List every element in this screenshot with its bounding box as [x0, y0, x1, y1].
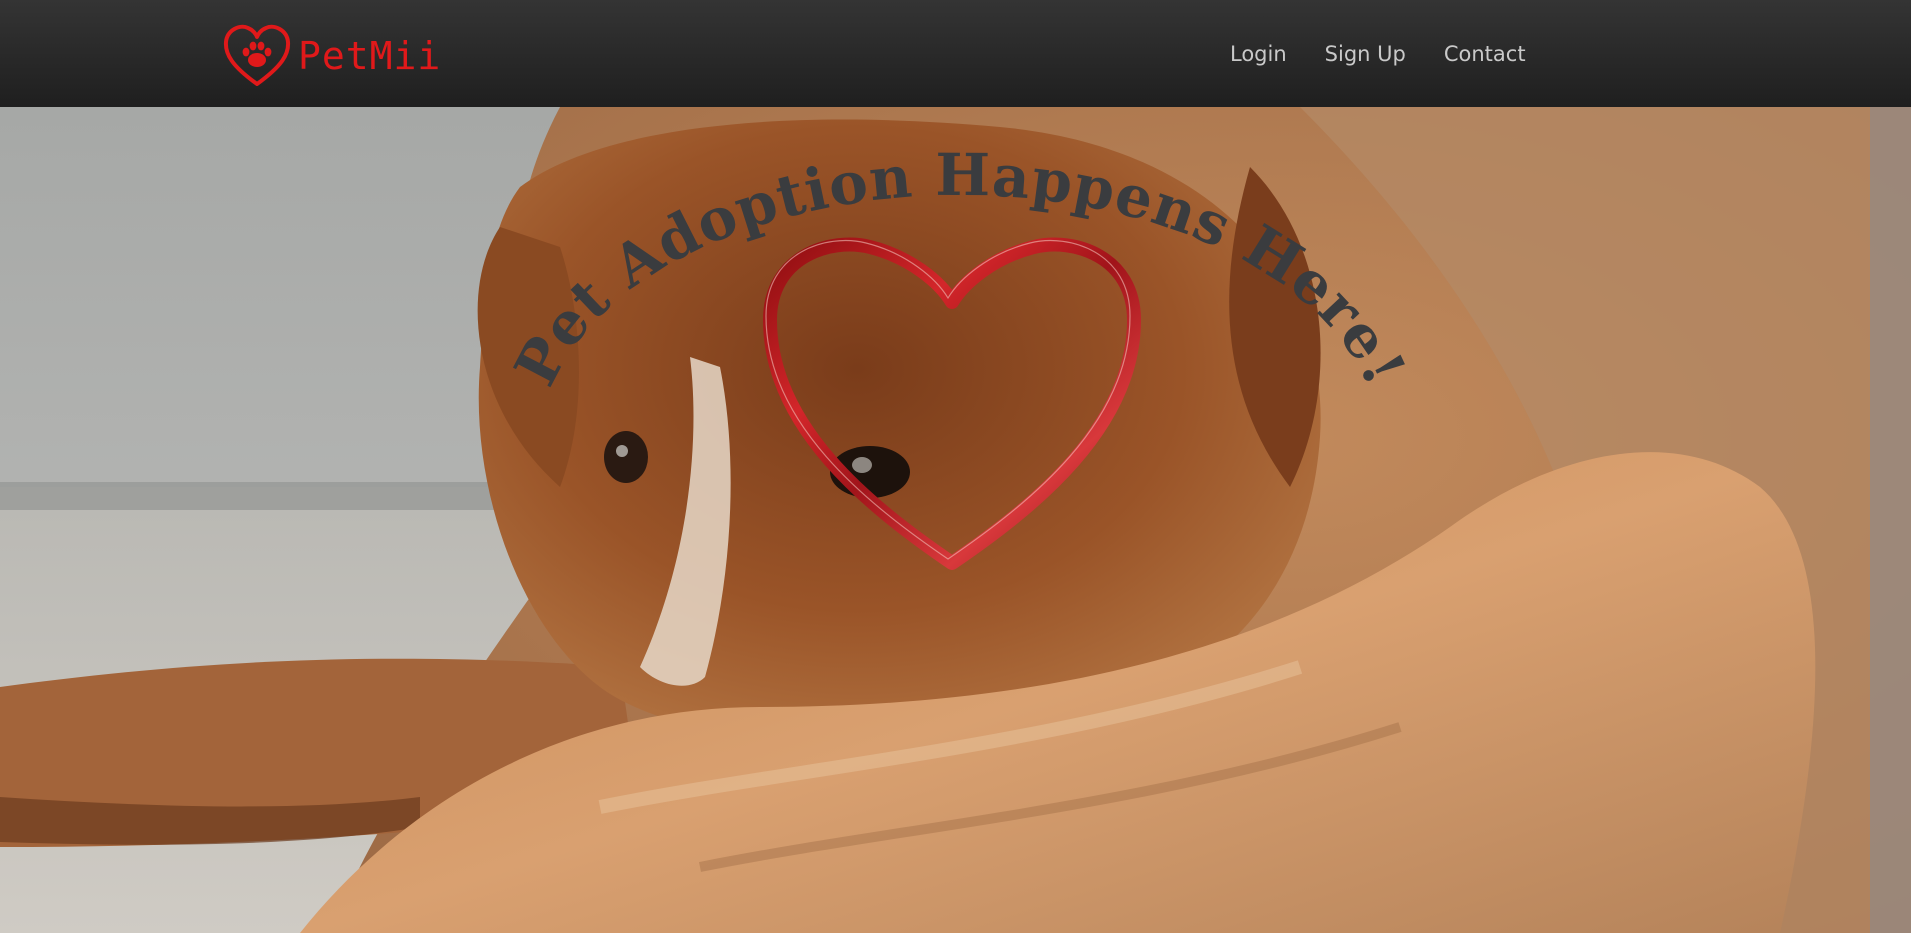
- brand-logo[interactable]: PetMii: [222, 24, 441, 88]
- login-link[interactable]: Login: [1230, 42, 1287, 66]
- hero-headline: Pet Adoption Happens Here!: [501, 141, 1419, 396]
- top-navbar: PetMii Login Sign Up Contact: [0, 0, 1911, 107]
- paw-heart-icon: [223, 24, 291, 86]
- signup-link[interactable]: Sign Up: [1325, 42, 1406, 66]
- main-nav: Login Sign Up Contact: [1230, 0, 1526, 107]
- contact-link[interactable]: Contact: [1444, 42, 1526, 66]
- brand-name: PetMii: [298, 34, 442, 78]
- hero-banner: Pet Adoption Happens Here!: [0, 107, 1911, 933]
- hero-graphic: Pet Adoption Happens Here!: [501, 141, 1419, 570]
